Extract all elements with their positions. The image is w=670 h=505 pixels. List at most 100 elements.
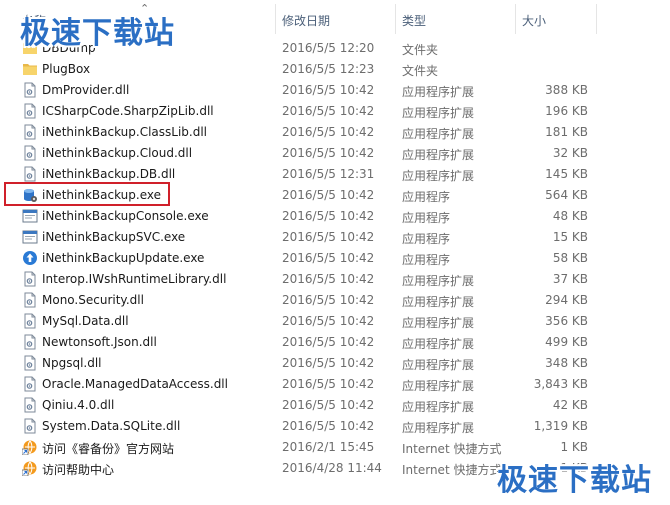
column-header-type[interactable]: 类型 — [402, 12, 426, 29]
dll-icon — [22, 418, 38, 434]
file-type: Internet 快捷方式 — [402, 442, 502, 456]
file-type: 应用程序扩展 — [402, 85, 475, 99]
file-type: 应用程序扩展 — [402, 316, 475, 330]
file-name: PlugBox — [42, 62, 91, 76]
file-row[interactable]: iNethinkBackup.Cloud.dll 2016/5/5 10:42 应用… — [0, 143, 670, 164]
file-type: Internet 快捷方式 — [402, 463, 502, 477]
file-row[interactable]: System.Data.SQLite.dll 2016/5/5 10:42 应用程序… — [0, 416, 670, 437]
file-date: 2016/5/5 10:42 — [282, 293, 375, 307]
highlight-box — [4, 182, 170, 206]
file-date: 2016/5/5 10:42 — [282, 146, 375, 160]
file-type: 应用程序扩展 — [402, 106, 475, 120]
file-row[interactable]: iNethinkBackupUpdate.exe 2016/5/5 10:42 应用… — [0, 248, 670, 269]
file-date: 2016/5/5 10:42 — [282, 188, 375, 202]
file-date: 2016/5/5 10:42 — [282, 314, 375, 328]
file-date: 2016/5/5 10:42 — [282, 209, 375, 223]
file-date: 2016/5/5 10:42 — [282, 230, 375, 244]
file-row[interactable]: ICSharpCode.SharpZipLib.dll 2016/5/5 10:4… — [0, 101, 670, 122]
column-divider[interactable] — [596, 4, 597, 34]
file-size: 294 KB — [545, 293, 588, 307]
file-size: 356 KB — [545, 314, 588, 328]
watermark-bottom-right: 极速下载站 — [497, 463, 652, 498]
dll-icon — [22, 376, 38, 392]
file-size: 42 KB — [552, 398, 588, 412]
file-type: 应用程序扩展 — [402, 400, 475, 414]
file-date: 2016/5/5 10:42 — [282, 398, 375, 412]
file-size: 3,843 KB — [533, 377, 588, 391]
file-row[interactable]: Qiniu.4.0.dll 2016/5/5 10:42 应用程序扩展 42 KB — [0, 395, 670, 416]
file-name: Oracle.ManagedDataAccess.dll — [42, 377, 228, 391]
file-date: 2016/5/5 10:42 — [282, 251, 375, 265]
file-name: Qiniu.4.0.dll — [42, 398, 115, 412]
file-type: 应用程序扩展 — [402, 379, 475, 393]
file-size: 32 KB — [552, 146, 588, 160]
folder-icon — [22, 61, 38, 77]
file-row[interactable]: iNethinkBackup.ClassLib.dll 2016/5/5 10:4… — [0, 122, 670, 143]
file-type: 应用程序扩展 — [402, 295, 475, 309]
file-row[interactable]: Npgsql.dll 2016/5/5 10:42 应用程序扩展 348 KB — [0, 353, 670, 374]
file-size: 388 KB — [545, 83, 588, 97]
file-row[interactable]: iNethinkBackupSVC.exe 2016/5/5 10:42 应用程序 1… — [0, 227, 670, 248]
file-type: 应用程序扩展 — [402, 148, 475, 162]
file-row[interactable]: DmProvider.dll 2016/5/5 10:42 应用程序扩展 388 KB — [0, 80, 670, 101]
file-size: 499 KB — [545, 335, 588, 349]
dll-icon — [22, 271, 38, 287]
file-date: 2016/5/5 10:42 — [282, 356, 375, 370]
column-header-size[interactable]: 大小 — [522, 12, 546, 29]
file-date: 2016/2/1 15:45 — [282, 440, 375, 454]
column-divider[interactable] — [395, 4, 396, 34]
file-row[interactable]: PlugBox 2016/5/5 12:23 文件夹 — [0, 59, 670, 80]
file-row[interactable]: Interop.IWshRuntimeLibrary.dll 2016/5/5 1… — [0, 269, 670, 290]
column-divider[interactable] — [275, 4, 276, 34]
file-size: 37 KB — [552, 272, 588, 286]
file-name: DmProvider.dll — [42, 83, 130, 97]
file-row[interactable]: Oracle.ManagedDataAccess.dll 2016/5/5 10:… — [0, 374, 670, 395]
file-type: 文件夹 — [402, 43, 439, 57]
file-name: ICSharpCode.SharpZipLib.dll — [42, 104, 214, 118]
file-name: Newtonsoft.Json.dll — [42, 335, 157, 349]
dll-icon — [22, 82, 38, 98]
file-name: Mono.Security.dll — [42, 293, 144, 307]
file-row[interactable]: MySql.Data.dll 2016/5/5 10:42 应用程序扩展 356 KB — [0, 311, 670, 332]
file-date: 2016/5/5 10:42 — [282, 377, 375, 391]
file-size: 196 KB — [545, 104, 588, 118]
file-row[interactable]: iNethinkBackupConsole.exe 2016/5/5 10:42 应… — [0, 206, 670, 227]
file-type: 应用程序扩展 — [402, 274, 475, 288]
watermark-top-left: 极速下载站 — [20, 16, 175, 51]
file-type: 应用程序扩展 — [402, 169, 475, 183]
dll-icon — [22, 292, 38, 308]
file-type: 应用程序 — [402, 190, 451, 204]
file-type: 应用程序 — [402, 253, 451, 267]
file-date: 2016/5/5 10:42 — [282, 83, 375, 97]
file-name: Interop.IWshRuntimeLibrary.dll — [42, 272, 227, 286]
file-size: 181 KB — [545, 125, 588, 139]
file-type: 应用程序扩展 — [402, 421, 475, 435]
dll-icon — [22, 103, 38, 119]
file-name: iNethinkBackupConsole.exe — [42, 209, 209, 223]
dll-icon — [22, 145, 38, 161]
file-name: iNethinkBackup.Cloud.dll — [42, 146, 193, 160]
file-row[interactable]: Newtonsoft.Json.dll 2016/5/5 10:42 应用程序扩展 4… — [0, 332, 670, 353]
file-size: 58 KB — [552, 251, 588, 265]
dll-icon — [22, 397, 38, 413]
file-name: iNethinkBackupUpdate.exe — [42, 251, 205, 265]
file-name: MySql.Data.dll — [42, 314, 129, 328]
file-date: 2016/5/5 12:20 — [282, 41, 375, 55]
file-type: 应用程序扩展 — [402, 358, 475, 372]
console-exe-icon — [22, 229, 38, 245]
file-size: 348 KB — [545, 356, 588, 370]
file-name: 访问《睿备份》官方网站 — [42, 442, 175, 456]
file-type: 应用程序扩展 — [402, 127, 475, 141]
file-date: 2016/5/5 10:42 — [282, 335, 375, 349]
column-divider[interactable] — [515, 4, 516, 34]
file-date: 2016/5/5 12:23 — [282, 62, 375, 76]
console-exe-icon — [22, 208, 38, 224]
file-list: DBDump 2016/5/5 12:20 文件夹 PlugBox 2016/5/5 1… — [0, 38, 670, 479]
dll-icon — [22, 124, 38, 140]
column-header-date[interactable]: 修改日期 — [282, 12, 330, 29]
file-size: 564 KB — [545, 188, 588, 202]
file-name: System.Data.SQLite.dll — [42, 419, 181, 433]
file-date: 2016/5/5 10:42 — [282, 104, 375, 118]
file-row[interactable]: Mono.Security.dll 2016/5/5 10:42 应用程序扩展 294… — [0, 290, 670, 311]
dll-icon — [22, 166, 38, 182]
